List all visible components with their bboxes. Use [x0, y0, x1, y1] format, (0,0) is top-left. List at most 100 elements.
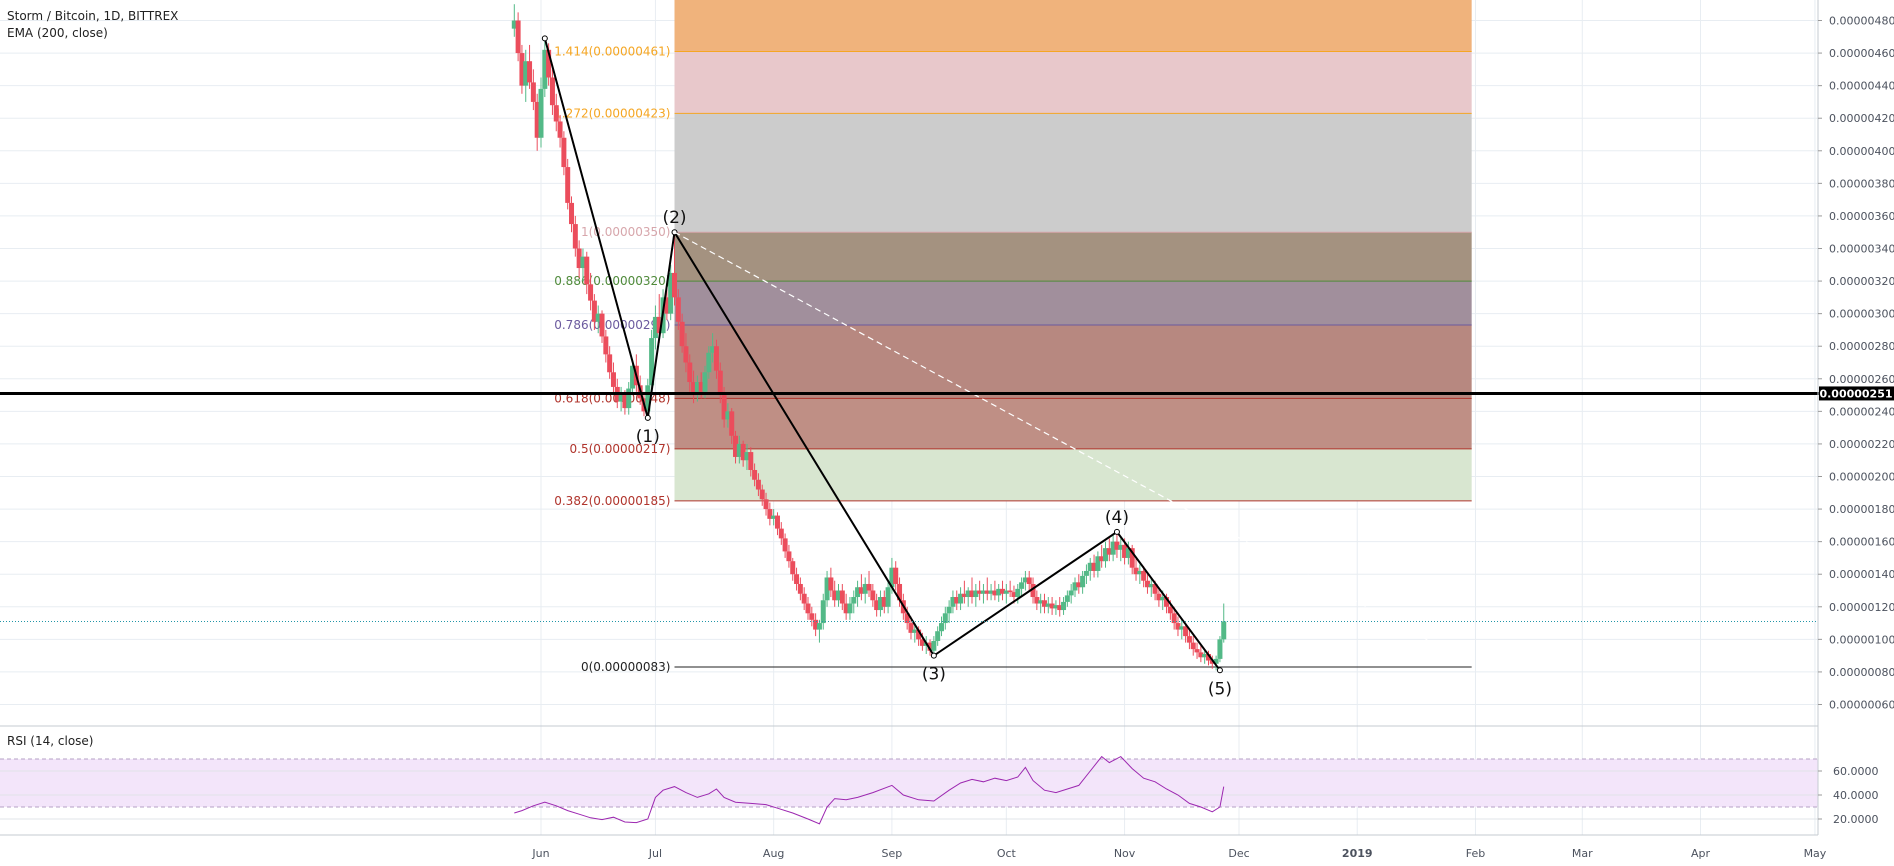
candle-body [599, 313, 605, 337]
candle-body [774, 515, 780, 529]
candle-body [1064, 595, 1070, 602]
candle-body [1026, 577, 1032, 584]
x-tick-label: May [1804, 847, 1827, 860]
y-tick-label: 0.00000420 [1829, 112, 1894, 125]
y-tick-label: 0.00000140 [1829, 568, 1894, 581]
candle-body [866, 583, 872, 591]
candle-body [759, 489, 765, 500]
candle-body [805, 603, 811, 614]
x-tick-label: Aug [763, 847, 784, 860]
candle-body [675, 297, 681, 322]
candle-body [847, 603, 853, 614]
candle-body [782, 538, 788, 552]
rsi-band [0, 759, 1818, 807]
candle-body [801, 593, 807, 604]
rsi-label[interactable]: RSI (14, close) [7, 734, 93, 748]
wave-point [930, 652, 937, 659]
candle-body [828, 577, 834, 591]
candle-body [717, 370, 723, 396]
fib-zone-fill [674, 398, 1472, 449]
candle-body [679, 321, 685, 347]
candle-body [809, 613, 815, 620]
candle-body [752, 469, 758, 480]
fib-zone-fill [674, 281, 1472, 326]
candle-body [1083, 570, 1089, 576]
x-tick-label: Jun [531, 847, 549, 860]
candle-body [946, 606, 952, 614]
candle-body [561, 137, 567, 168]
y-tick-label: 0.00000400 [1829, 145, 1894, 158]
x-tick-label: Feb [1466, 847, 1485, 860]
candle-body [797, 583, 803, 594]
candle-body [671, 272, 677, 298]
candle-body [1015, 588, 1021, 598]
x-tick-label: Mar [1572, 847, 1593, 860]
fib-zone-fill [674, 51, 1472, 114]
ema-label[interactable]: EMA (200, close) [7, 25, 178, 42]
candle-body [572, 224, 578, 249]
candle-body [1080, 575, 1086, 588]
candle-body [778, 528, 784, 539]
y-tick-label: 0.00000240 [1829, 405, 1894, 418]
rsi-y-tick-label: 20.0000 [1833, 813, 1879, 826]
candle-body [763, 499, 769, 510]
candle-body [1068, 590, 1074, 596]
candle-body [1061, 601, 1067, 611]
y-tick-label: 0.00000340 [1829, 243, 1894, 256]
x-tick-label: Dec [1228, 847, 1249, 860]
wave-point [1216, 667, 1223, 674]
symbol-label[interactable]: Storm / Bitcoin, 1D, BITTREX [7, 8, 178, 25]
x-tick-label: Oct [997, 847, 1017, 860]
fib-level-label: 0(0.00000083) [581, 660, 671, 674]
wave-label: (1) [636, 427, 660, 447]
candle-body [557, 121, 563, 138]
candle-body [553, 105, 559, 122]
wave-point [644, 414, 651, 421]
y-tick-label: 0.00000480 [1829, 15, 1894, 28]
candle-body [569, 202, 575, 225]
candle-body [816, 623, 822, 630]
candle-body [1217, 639, 1223, 659]
candle-body [893, 567, 899, 584]
candle-body [538, 88, 544, 138]
candle-body [603, 336, 609, 355]
candle-body [584, 256, 590, 285]
wave-point [541, 35, 548, 42]
candle-body [702, 372, 708, 392]
candle-body [1190, 642, 1196, 650]
candle-body [1019, 582, 1025, 589]
x-tick-label: 2019 [1342, 847, 1373, 860]
candle-body [794, 574, 800, 584]
wave-label: (3) [922, 665, 946, 685]
candle-body [1167, 606, 1173, 614]
fib-zone-fill [674, 232, 1472, 282]
candle-body [1221, 621, 1227, 640]
wave-point [1113, 528, 1120, 535]
price-chart[interactable]: 1.414(0.00000461) 1.272(0.00000423) 1(0.00… [0, 0, 1894, 866]
y-tick-label: 0.00000160 [1829, 536, 1894, 549]
y-tick-label: 0.00000380 [1829, 177, 1894, 190]
y-tick-label: 0.00000200 [1829, 471, 1894, 484]
candle-body [683, 346, 689, 363]
rsi-legend: RSI (14, close) [7, 734, 93, 748]
fib-level-label: 0.382(0.00000185) [554, 494, 670, 508]
candle-body [687, 362, 693, 383]
y-tick-label: 0.00000280 [1829, 340, 1894, 353]
candle-body [786, 551, 792, 562]
candle-body [1171, 613, 1177, 624]
main-legend: Storm / Bitcoin, 1D, BITTREX EMA (200, c… [7, 8, 178, 42]
candle-body [527, 61, 533, 83]
candle-body [565, 167, 571, 203]
candle-body [870, 590, 876, 601]
x-tick-label: Apr [1691, 847, 1711, 860]
fib-level-label: 1.414(0.00000461) [554, 44, 670, 58]
x-tick-label: Nov [1114, 847, 1136, 860]
candle-body [935, 631, 941, 641]
y-tick-label: 0.00000260 [1829, 373, 1894, 386]
y-tick-label: 0.00000300 [1829, 308, 1894, 321]
candle-body [713, 346, 719, 371]
wave-label: (4) [1105, 508, 1129, 528]
candle-body [748, 452, 754, 470]
y-tick-label: 0.00000220 [1829, 438, 1894, 451]
candle-body [1186, 636, 1192, 643]
